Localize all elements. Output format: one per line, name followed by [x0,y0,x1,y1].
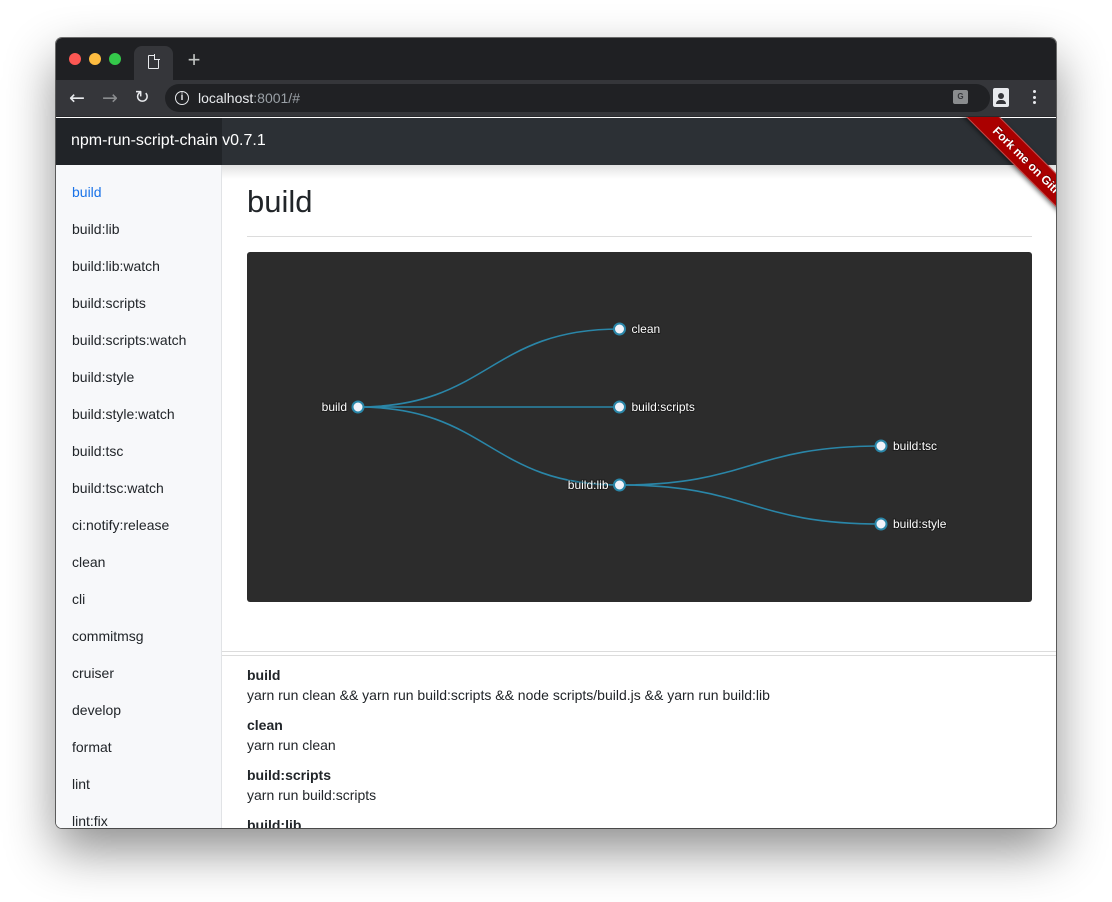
close-window-button[interactable] [69,53,81,65]
address-bar[interactable]: i localhost:8001/# [165,84,990,112]
graph-node-circle[interactable] [351,400,365,414]
sidebar-item[interactable]: build [72,184,102,200]
new-tab-button[interactable]: + [184,49,204,71]
script-name: build:lib [247,817,302,828]
brand-area: npm-run-script-chain v0.7.1 [56,118,266,165]
graph-node-label[interactable]: build:style [892,516,948,532]
section-divider [222,651,1056,652]
graph-link-build-clean [357,328,620,408]
graph-node-label[interactable]: build:tsc [892,438,938,454]
graph-link-build-build:lib [357,406,620,486]
sidebar-item[interactable]: develop [72,702,121,718]
sidebar-item[interactable]: lint [72,776,90,792]
github-ribbon[interactable]: Fork me on GitHub [920,117,1056,253]
script-name: build [247,667,281,683]
minimize-window-button[interactable] [89,53,101,65]
graph-node-label[interactable]: build:lib [567,477,610,493]
back-button[interactable]: ← [65,86,89,110]
graph-node[interactable]: build:tsc [874,438,938,454]
tab-bar: + [56,38,1056,80]
browser-tab[interactable] [134,46,173,80]
script-list: build yarn run clean && yarn run build:sc… [247,665,1037,828]
graph-node[interactable]: build:scripts [613,399,696,415]
script-command: yarn run build:scripts [247,787,377,803]
forward-button[interactable]: → [98,86,122,110]
sidebar-item[interactable]: build:tsc:watch [72,480,164,496]
ribbon-label: Fork me on GitHub [989,123,1056,211]
page-title: build [247,184,313,219]
url-port-path: :8001/# [253,90,300,106]
title-divider [247,236,1032,237]
section-divider [222,655,1056,656]
app-navbar: npm-run-script-chain v0.7.1 [56,118,1056,165]
graph-node-circle[interactable] [613,322,626,336]
dependency-graph[interactable]: build clean build:scripts build:lib build:ts… [247,252,1032,602]
translate-icon[interactable]: G [953,90,968,104]
sidebar-item[interactable]: build:style:watch [72,406,175,422]
graph-node[interactable]: build:lib [567,477,626,493]
graph-canvas[interactable]: build clean build:scripts build:lib build:ts… [247,252,1032,602]
browser-window: + ← → ↻ i localhost:8001/# G npm-run-scr… [56,38,1056,828]
graph-link-build:lib-build:tsc [619,445,882,486]
sidebar-item[interactable]: commitmsg [72,628,144,644]
sidebar-item[interactable]: lint:fix [72,813,108,828]
graph-node-label[interactable]: clean [631,321,662,337]
sidebar-item[interactable]: build:scripts:watch [72,332,186,348]
browser-toolbar: ← → ↻ i localhost:8001/# G [56,80,1056,117]
info-icon[interactable]: i [175,91,189,105]
sidebar-item[interactable]: build:scripts [72,295,146,311]
maximize-window-button[interactable] [109,53,121,65]
sidebar-item[interactable]: build:style [72,369,134,385]
sidebar-item[interactable]: cruiser [72,665,114,681]
graph-node-label[interactable]: build:scripts [631,399,696,415]
sidebar-item[interactable]: cli [72,591,85,607]
sidebar-item[interactable]: ci:notify:release [72,517,169,533]
app-brand[interactable]: npm-run-script-chain v0.7.1 [71,132,266,150]
url-text[interactable]: localhost:8001/# [198,90,300,106]
url-host: localhost [198,90,254,106]
sidebar-item[interactable]: clean [72,554,105,570]
sidebar-item[interactable]: format [72,739,112,755]
page-viewport: npm-run-script-chain v0.7.1 build build:l… [56,118,1056,828]
sidebar-item[interactable]: build:lib:watch [72,258,160,274]
graph-node-circle[interactable] [874,517,888,531]
reload-button[interactable]: ↻ [130,86,154,110]
graph-node[interactable]: build [321,399,365,415]
script-name: build:scripts [247,767,332,783]
script-name: clean [247,717,283,733]
graph-link-build:lib-build:style [619,484,882,525]
graph-node[interactable]: clean [613,321,662,337]
sidebar-item[interactable]: build:tsc [72,443,123,459]
main-content: build build clean build:scripts build:lib bu… [222,165,1056,828]
sidebar-item[interactable]: build:lib [72,221,119,237]
more-menu-icon[interactable] [1029,90,1039,106]
graph-node-circle[interactable] [613,400,626,414]
graph-node-circle[interactable] [613,478,626,492]
document-icon [148,54,160,69]
script-sidebar: build build:lib build:lib:watch build:scrip… [56,165,222,828]
script-command: yarn run clean && yarn run build:scripts… [247,687,770,703]
graph-node[interactable]: build:style [874,516,948,532]
fork-me-ribbon[interactable]: Fork me on GitHub [957,117,1056,243]
extension-badge-icon[interactable] [993,88,1009,107]
graph-node-circle[interactable] [874,439,888,453]
graph-node-label[interactable]: build [321,399,348,415]
script-command: yarn run clean [247,737,336,753]
